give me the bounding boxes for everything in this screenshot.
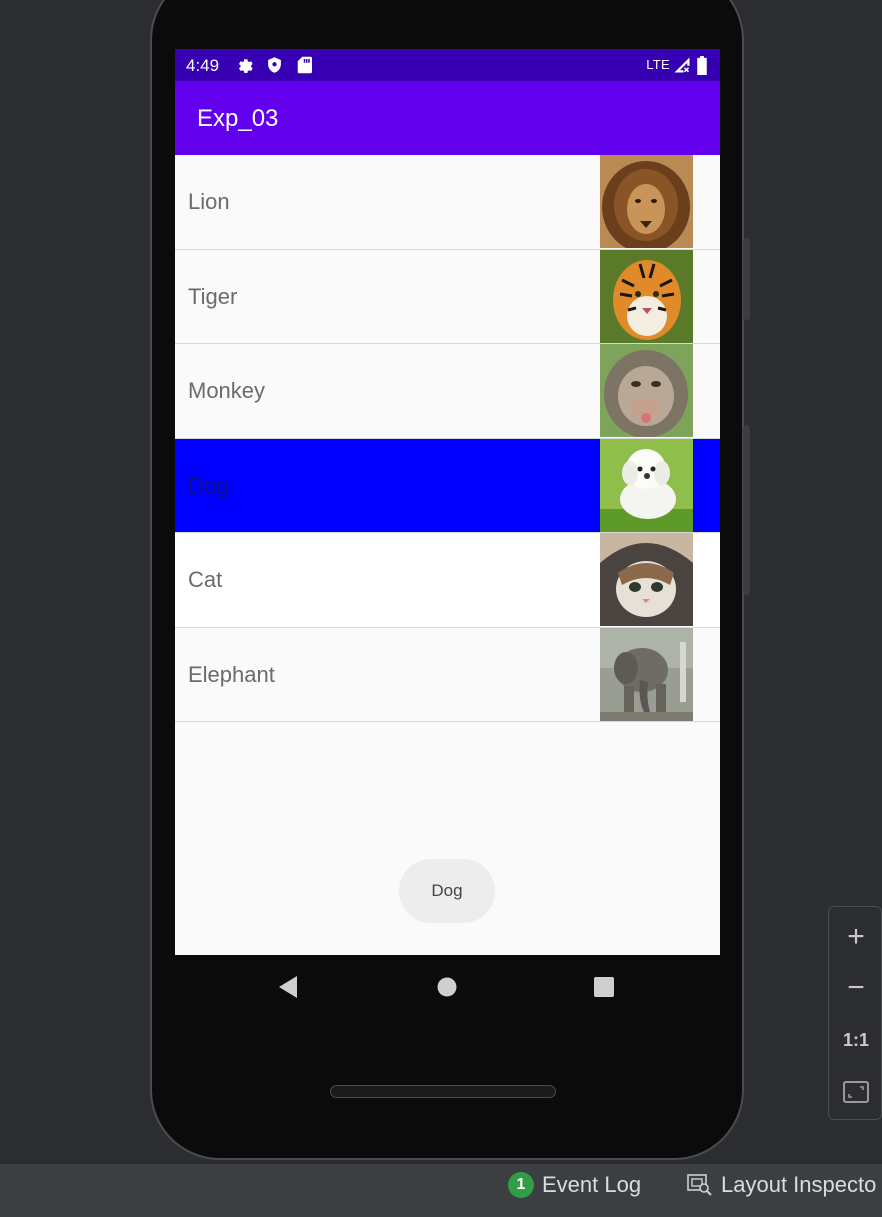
fit-screen-button[interactable] bbox=[829, 1069, 882, 1115]
fit-screen-icon bbox=[843, 1081, 869, 1103]
home-icon[interactable] bbox=[437, 977, 457, 997]
app-title: Exp_03 bbox=[197, 105, 279, 132]
actual-size-button[interactable]: 1:1 bbox=[829, 1017, 882, 1063]
status-time: 4:49 bbox=[186, 56, 220, 75]
layout-inspector-tab[interactable]: Layout Inspecto bbox=[687, 1172, 876, 1198]
sd-card-icon bbox=[297, 56, 312, 74]
back-icon[interactable] bbox=[277, 975, 299, 999]
list-item-monkey[interactable]: Monkey bbox=[175, 344, 720, 439]
list-item-lion[interactable]: Lion bbox=[175, 155, 720, 250]
zoom-out-button[interactable]: − bbox=[829, 965, 882, 1011]
layout-inspector-label: Layout Inspecto bbox=[721, 1172, 877, 1197]
elephant-photo bbox=[600, 627, 693, 721]
monkey-photo bbox=[600, 344, 693, 437]
layout-inspector-icon bbox=[687, 1174, 712, 1196]
event-log-tab[interactable]: 1 Event Log bbox=[508, 1172, 641, 1198]
ide-bottom-toolbar: 1 Event Log Layout Inspecto bbox=[0, 1163, 882, 1217]
list-item-dog[interactable]: Dog bbox=[175, 438, 720, 533]
lion-photo bbox=[600, 155, 693, 248]
app-bar: Exp_03 bbox=[175, 81, 720, 155]
event-log-badge: 1 bbox=[508, 1172, 534, 1198]
list-item-cat[interactable]: Cat bbox=[175, 533, 720, 628]
event-log-label: Event Log bbox=[542, 1172, 642, 1197]
zoom-in-button[interactable]: + bbox=[829, 914, 882, 960]
phone-speaker bbox=[330, 1085, 556, 1098]
list-item-label: Lion bbox=[188, 189, 230, 214]
status-bar: 4:49 LTE bbox=[175, 49, 720, 81]
signal-icon bbox=[674, 57, 690, 73]
list-item-label: Tiger bbox=[188, 283, 238, 309]
list-item-tiger[interactable]: Tiger bbox=[175, 249, 720, 344]
power-button bbox=[743, 425, 750, 595]
list-item-label: Monkey bbox=[188, 378, 266, 403]
shield-icon bbox=[268, 57, 281, 73]
settings-icon bbox=[238, 59, 253, 74]
volume-button bbox=[743, 238, 750, 320]
tiger-photo bbox=[600, 249, 693, 343]
navigation-bar bbox=[175, 955, 720, 1021]
zoom-controls: + − 1:1 bbox=[828, 906, 882, 1120]
list-item-label: Elephant bbox=[188, 661, 275, 687]
list-item-label: Dog bbox=[188, 472, 229, 498]
network-type: LTE bbox=[646, 57, 670, 72]
device-screen: 4:49 LTE Exp_03 Lion Tiger Monkey Dog Ca… bbox=[175, 49, 720, 955]
cat-photo bbox=[600, 533, 693, 626]
recents-icon[interactable] bbox=[594, 977, 614, 997]
list-item-elephant[interactable]: Elephant bbox=[175, 627, 720, 722]
list-item-label: Cat bbox=[188, 567, 223, 592]
dog-photo bbox=[600, 438, 693, 532]
toast-message: Dog bbox=[399, 859, 495, 923]
battery-icon bbox=[697, 56, 707, 75]
animal-list: Lion Tiger Monkey Dog Cat Elephant bbox=[175, 155, 720, 722]
